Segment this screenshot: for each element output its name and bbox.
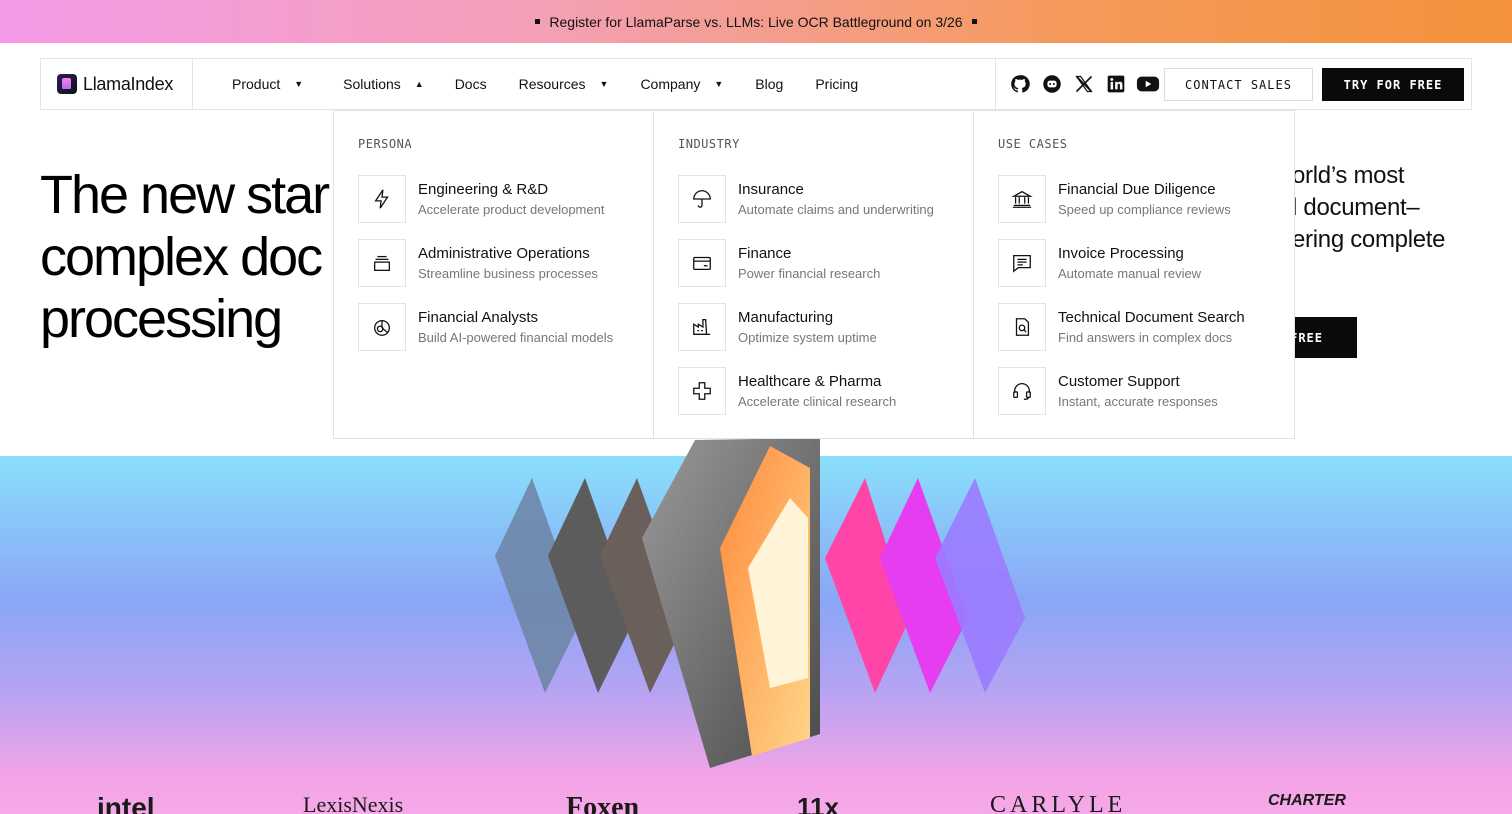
menu-item-desc: Speed up compliance reviews xyxy=(1058,201,1231,217)
foxen-logo: Foxen xyxy=(566,792,640,814)
menu-item-invoice[interactable]: Invoice Processing Automate manual review xyxy=(998,239,1294,287)
menu-item-desc: Instant, accurate responses xyxy=(1058,393,1218,409)
solutions-dropdown: PERSONA Engineering & R&D Accelerate prod… xyxy=(333,110,1295,439)
persona-column: PERSONA Engineering & R&D Accelerate prod… xyxy=(334,111,654,438)
bank-icon xyxy=(998,175,1046,223)
bullet-square-icon xyxy=(971,19,977,24)
x-icon[interactable] xyxy=(1068,68,1100,100)
menu-item-title: Manufacturing xyxy=(738,308,834,326)
customer-logos: intel LexisNexis Foxen 11x CARLYLE CHART… xyxy=(0,790,1512,814)
menu-item-desc: Accelerate clinical research xyxy=(738,393,897,409)
hero-subtitle-line: l document– xyxy=(1292,194,1420,221)
menu-item-tech-doc-search[interactable]: Technical Document Search Find answers in… xyxy=(998,303,1294,351)
nav-item-docs[interactable]: Docs xyxy=(455,59,487,109)
menu-item-desc: Find answers in complex docs xyxy=(1058,329,1233,345)
banner-text[interactable]: Register for LlamaParse vs. LLMs: Live O… xyxy=(549,14,962,30)
menu-item-desc: Accelerate product development xyxy=(418,201,605,217)
nav-item-resources[interactable]: Resources ▼ xyxy=(519,59,609,109)
menu-item-desc: Streamline business processes xyxy=(418,265,598,281)
menu-item-desc: Automate manual review xyxy=(1058,265,1202,281)
hero-subtitle-line: ering complete xyxy=(1292,226,1446,253)
nav-label: Pricing xyxy=(815,76,859,92)
pie-chart-icon xyxy=(358,303,406,351)
nav-label: Docs xyxy=(454,76,487,92)
11x-logo: 11x xyxy=(797,792,839,814)
bullet-square-icon xyxy=(535,19,541,24)
menu-item-title: Financial Due Diligence xyxy=(1058,180,1216,198)
logo-link[interactable]: LlamaIndex xyxy=(41,59,193,109)
discord-icon[interactable] xyxy=(1036,68,1068,100)
column-heading: INDUSTRY xyxy=(678,137,740,151)
try-for-free-button[interactable]: TRY FOR FREE xyxy=(1322,68,1464,101)
linkedin-icon[interactable] xyxy=(1100,68,1132,100)
umbrella-icon xyxy=(678,175,726,223)
nav-item-pricing[interactable]: Pricing xyxy=(815,59,858,109)
nav-item-company[interactable]: Company ▼ xyxy=(640,59,723,109)
menu-item-due-diligence[interactable]: Financial Due Diligence Speed up complian… xyxy=(998,175,1294,223)
carlyle-logo: CARLYLE xyxy=(990,792,1127,814)
menu-item-title: Invoice Processing xyxy=(1058,244,1184,262)
logo-text: LlamaIndex xyxy=(83,73,174,94)
chevron-down-icon: ▼ xyxy=(294,79,304,89)
github-icon[interactable] xyxy=(1004,68,1036,100)
hero-subtitle-line: orld’s most xyxy=(1292,162,1405,189)
menu-item-engineering[interactable]: Engineering & R&D Accelerate product deve… xyxy=(358,175,653,223)
menu-item-desc: Optimize system uptime xyxy=(738,329,877,345)
menu-item-financial-analysts[interactable]: Financial Analysts Build AI-powered finan… xyxy=(358,303,653,351)
charter-logo: CHARTER xyxy=(1268,792,1346,809)
menu-item-healthcare[interactable]: Healthcare & Pharma Accelerate clinical r… xyxy=(678,367,973,415)
industry-column: INDUSTRY Insurance Automate claims and un… xyxy=(654,111,974,438)
menu-item-customer-support[interactable]: Customer Support Instant, accurate respon… xyxy=(998,367,1294,415)
contact-sales-button[interactable]: CONTACT SALES xyxy=(1164,68,1313,101)
medical-cross-icon xyxy=(678,367,726,415)
menu-item-title: Engineering & R&D xyxy=(418,180,549,198)
main-menu: Product ▼ Solutions ▲ Docs Resources ▼ C… xyxy=(232,59,858,109)
nav-item-product[interactable]: Product ▼ xyxy=(232,59,303,109)
nav-label: Solutions xyxy=(343,76,401,92)
menu-item-title: Customer Support xyxy=(1058,372,1180,390)
intel-logo: intel xyxy=(97,792,155,814)
youtube-icon[interactable] xyxy=(1132,68,1164,100)
receipt-icon xyxy=(998,239,1046,287)
nav-item-solutions[interactable]: Solutions ▲ xyxy=(343,59,424,109)
llama-logo-icon xyxy=(57,74,77,94)
lexisnexis-logo: LexisNexis xyxy=(303,792,404,814)
column-heading: PERSONA xyxy=(358,137,413,151)
menu-item-title: Finance xyxy=(738,244,792,262)
chevron-down-icon: ▼ xyxy=(599,79,609,89)
menu-item-finance[interactable]: Finance Power financial research xyxy=(678,239,973,287)
menu-item-desc: Power financial research xyxy=(738,265,881,281)
menu-item-manufacturing[interactable]: Manufacturing Optimize system uptime xyxy=(678,303,973,351)
menu-item-title: Insurance xyxy=(738,180,804,198)
stack-icon xyxy=(358,239,406,287)
menu-item-title: Administrative Operations xyxy=(418,244,590,262)
nav-label: Blog xyxy=(755,76,784,92)
headset-icon xyxy=(998,367,1046,415)
nav-label: Product xyxy=(232,76,281,92)
document-search-icon xyxy=(998,303,1046,351)
menu-item-administrative[interactable]: Administrative Operations Streamline busi… xyxy=(358,239,653,287)
menu-item-desc: Automate claims and underwriting xyxy=(738,201,934,217)
credit-card-icon xyxy=(678,239,726,287)
chevron-down-icon: ▼ xyxy=(714,79,724,89)
nav-item-blog[interactable]: Blog xyxy=(755,59,783,109)
menu-item-desc: Build AI-powered financial models xyxy=(418,329,614,345)
use-cases-column: USE CASES Financial Due Diligence Speed u… xyxy=(974,111,1294,438)
menu-item-title: Technical Document Search xyxy=(1058,308,1245,326)
chevron-up-icon: ▲ xyxy=(414,79,424,89)
nav-label: Company xyxy=(640,76,701,92)
top-navigation: LlamaIndex Product ▼ Solutions ▲ Docs Re… xyxy=(40,58,1472,110)
column-heading: USE CASES xyxy=(998,137,1068,151)
social-links xyxy=(995,59,1164,109)
nav-label: Resources xyxy=(518,76,586,92)
hero-layered-documents-illustration xyxy=(495,438,1025,768)
lightning-icon xyxy=(358,175,406,223)
announcement-banner[interactable]: Register for LlamaParse vs. LLMs: Live O… xyxy=(0,0,1512,43)
factory-icon xyxy=(678,303,726,351)
menu-item-title: Financial Analysts xyxy=(418,308,539,326)
menu-item-title: Healthcare & Pharma xyxy=(738,372,882,390)
menu-item-insurance[interactable]: Insurance Automate claims and underwritin… xyxy=(678,175,973,223)
